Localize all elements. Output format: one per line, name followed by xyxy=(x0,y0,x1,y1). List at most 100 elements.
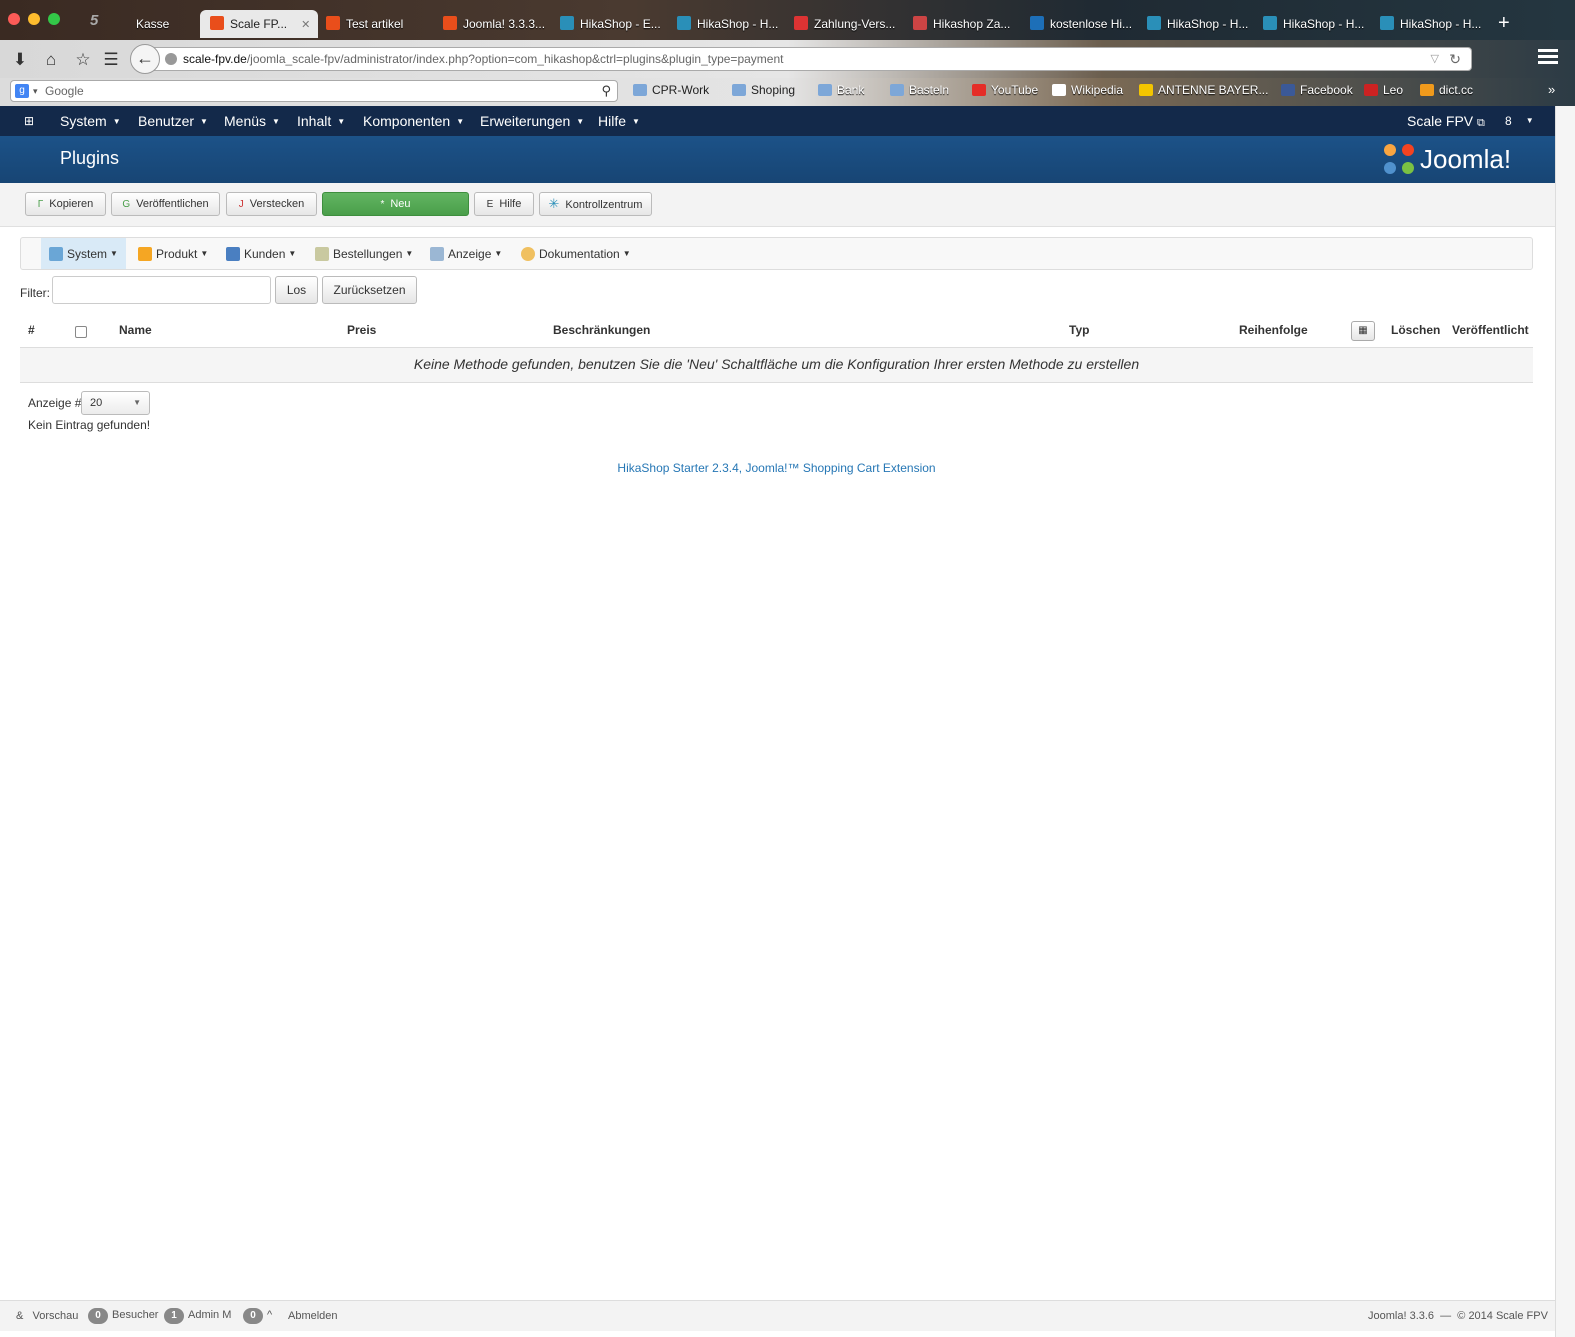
minimize-window-button[interactable] xyxy=(28,13,40,25)
browser-tab[interactable]: HikaShop - H... xyxy=(677,10,785,38)
hikashop-favicon-icon xyxy=(1263,16,1277,30)
column-ordering[interactable]: Reihenfolge xyxy=(1239,323,1308,337)
hikashop-menu-bestellungen[interactable]: Bestellungen ▼ xyxy=(307,238,421,269)
bookmark-link[interactable]: Leo xyxy=(1364,83,1403,97)
browser-tab[interactable]: HikaShop - E... xyxy=(560,10,668,38)
hikashop-menu-kunden[interactable]: Kunden ▼ xyxy=(218,238,304,269)
back-button[interactable]: ← xyxy=(130,44,160,74)
browser-tab-active[interactable]: Scale FP... ✕ xyxy=(200,10,318,38)
url-history-dropdown-icon[interactable]: ▽ xyxy=(1431,48,1439,70)
user-menu[interactable]: 8 ▼ xyxy=(1505,106,1534,136)
caret-down-icon: ▼ xyxy=(112,117,121,126)
display-count-select[interactable]: 20 ▼ xyxy=(81,391,150,415)
copy-icon: Γ xyxy=(37,199,44,210)
menu-hilfe[interactable]: Hilfe ▼ xyxy=(598,106,640,136)
hikashop-menu-system[interactable]: System ▼ xyxy=(41,238,126,269)
joomla-favicon-icon xyxy=(210,16,224,30)
hikashop-menu-dokumentation[interactable]: Dokumentation ▼ xyxy=(513,238,639,269)
bookmark-link[interactable]: dict.cc xyxy=(1420,83,1473,97)
menu-inhalt[interactable]: Inhalt ▼ xyxy=(297,106,345,136)
column-type[interactable]: Typ xyxy=(1069,323,1089,337)
downloads-icon[interactable]: ⬇ xyxy=(9,49,31,71)
new-button[interactable]: * Neu xyxy=(322,192,469,216)
bookmark-folder[interactable]: Bank xyxy=(818,83,864,97)
browser-tab[interactable]: HikaShop - H... xyxy=(1147,10,1253,38)
close-tab-icon[interactable]: ✕ xyxy=(301,19,310,31)
uk-flag-icon xyxy=(1364,84,1378,96)
browser-tab[interactable]: HikaShop - H... xyxy=(1263,10,1369,38)
publish-button[interactable]: G Veröffentlichen xyxy=(111,192,220,216)
browser-tab-bar: 5 Kasse Scale FP... ✕ Test artikel Joomla… xyxy=(0,0,1575,40)
bookmark-folder[interactable]: Basteln xyxy=(890,83,949,97)
save-order-icon[interactable]: ▦ xyxy=(1351,321,1375,341)
caret-down-icon: ▼ xyxy=(456,117,465,126)
search-icon[interactable]: ⚲ xyxy=(601,81,611,101)
menu-menus[interactable]: Menüs ▼ xyxy=(224,106,280,136)
browser-tab[interactable]: Joomla! 3.3.3... xyxy=(443,10,551,38)
unpublish-button[interactable]: J Verstecken xyxy=(226,192,317,216)
joomla-home-icon[interactable]: ⊞ xyxy=(24,114,38,128)
copy-button[interactable]: Γ Kopieren xyxy=(25,192,106,216)
bookmark-folder[interactable]: CPR-Work xyxy=(633,83,709,97)
go-button[interactable]: Los xyxy=(275,276,318,304)
bookmark-link[interactable]: Wikipedia xyxy=(1052,83,1123,97)
menu-komponenten[interactable]: Komponenten ▼ xyxy=(363,106,464,136)
column-price[interactable]: Preis xyxy=(347,323,376,337)
site-favicon-icon xyxy=(1030,16,1044,30)
menu-erweiterungen[interactable]: Erweiterungen ▼ xyxy=(480,106,584,136)
site-link[interactable]: Scale FPV ⧉ xyxy=(1407,106,1485,136)
home-icon[interactable]: ⌂ xyxy=(40,49,62,71)
youtube-icon xyxy=(972,84,986,96)
reset-button[interactable]: Zurücksetzen xyxy=(322,276,417,304)
messages-status[interactable]: 0 ^ xyxy=(243,1308,272,1324)
tab-groups-icon[interactable]: 5 xyxy=(90,12,98,29)
caret-down-icon: ▼ xyxy=(272,117,280,126)
control-panel-button[interactable]: ✳ Kontrollzentrum xyxy=(539,192,652,216)
hikashop-menu-anzeige[interactable]: Anzeige ▼ xyxy=(422,238,510,269)
menu-system[interactable]: System ▼ xyxy=(60,106,121,136)
hikashop-menu-produkt[interactable]: Produkt ▼ xyxy=(130,238,216,269)
url-bar[interactable]: scale-fpv.de/joomla_scale-fpv/administra… xyxy=(152,47,1472,71)
caret-down-icon: ▼ xyxy=(288,249,297,258)
site-favicon-icon xyxy=(913,16,927,30)
bookmark-folder[interactable]: Shoping xyxy=(732,83,795,97)
page-title: Plugins xyxy=(60,148,120,168)
search-engine-dropdown-icon[interactable]: ▾ xyxy=(33,81,38,101)
caret-down-icon: ▼ xyxy=(494,249,503,258)
hamburger-menu-icon[interactable] xyxy=(1538,49,1558,67)
preview-icon: & xyxy=(16,1310,24,1322)
column-name[interactable]: Name xyxy=(119,323,152,337)
preview-link[interactable]: & Vorschau xyxy=(16,1310,78,1322)
google-icon: g xyxy=(15,84,29,98)
browser-tab[interactable]: HikaShop - H... xyxy=(1380,10,1486,38)
version-info: Joomla! 3.3.6 — © 2014 Scale FPV xyxy=(1368,1310,1548,1322)
column-restrictions: Beschränkungen xyxy=(553,323,651,337)
visitors-badge: 0 xyxy=(88,1308,108,1324)
browser-tab[interactable]: Kasse xyxy=(136,10,202,38)
new-tab-button[interactable]: + xyxy=(1498,12,1510,35)
reload-icon[interactable]: ↻ xyxy=(1449,48,1461,70)
bookmark-link[interactable]: Facebook xyxy=(1281,83,1353,97)
hikashop-footer-link[interactable]: HikaShop Starter 2.3.4, Joomla!™ Shoppin… xyxy=(0,461,1553,475)
bookmarks-overflow-icon[interactable]: » xyxy=(1548,82,1555,97)
close-window-button[interactable] xyxy=(8,13,20,25)
column-published[interactable]: Veröffentlicht xyxy=(1452,323,1529,337)
search-input[interactable]: g ▾ Google ⚲ xyxy=(10,80,618,102)
bookmark-star-icon[interactable]: ☆ xyxy=(72,49,94,71)
browser-tab[interactable]: kostenlose Hi... xyxy=(1030,10,1138,38)
zoom-window-button[interactable] xyxy=(48,13,60,25)
reading-list-icon[interactable]: ☰ xyxy=(100,49,122,71)
site-identity-icon[interactable] xyxy=(165,53,177,65)
browser-tab[interactable]: Hikashop Za... xyxy=(913,10,1021,38)
browser-tab[interactable]: Test artikel xyxy=(326,10,434,38)
bookmark-link[interactable]: YouTube xyxy=(972,83,1038,97)
logout-link[interactable]: Abmelden xyxy=(288,1310,338,1322)
browser-tab[interactable]: Zahlung-Vers... xyxy=(794,10,902,38)
help-button[interactable]: E Hilfe xyxy=(474,192,534,216)
page-scrollbar[interactable] xyxy=(1555,106,1575,1337)
filter-input[interactable] xyxy=(52,276,271,304)
select-all-checkbox[interactable] xyxy=(75,326,87,338)
menu-benutzer[interactable]: Benutzer ▼ xyxy=(138,106,208,136)
display-icon xyxy=(430,247,444,261)
bookmark-link[interactable]: ANTENNE BAYER... xyxy=(1139,83,1268,97)
